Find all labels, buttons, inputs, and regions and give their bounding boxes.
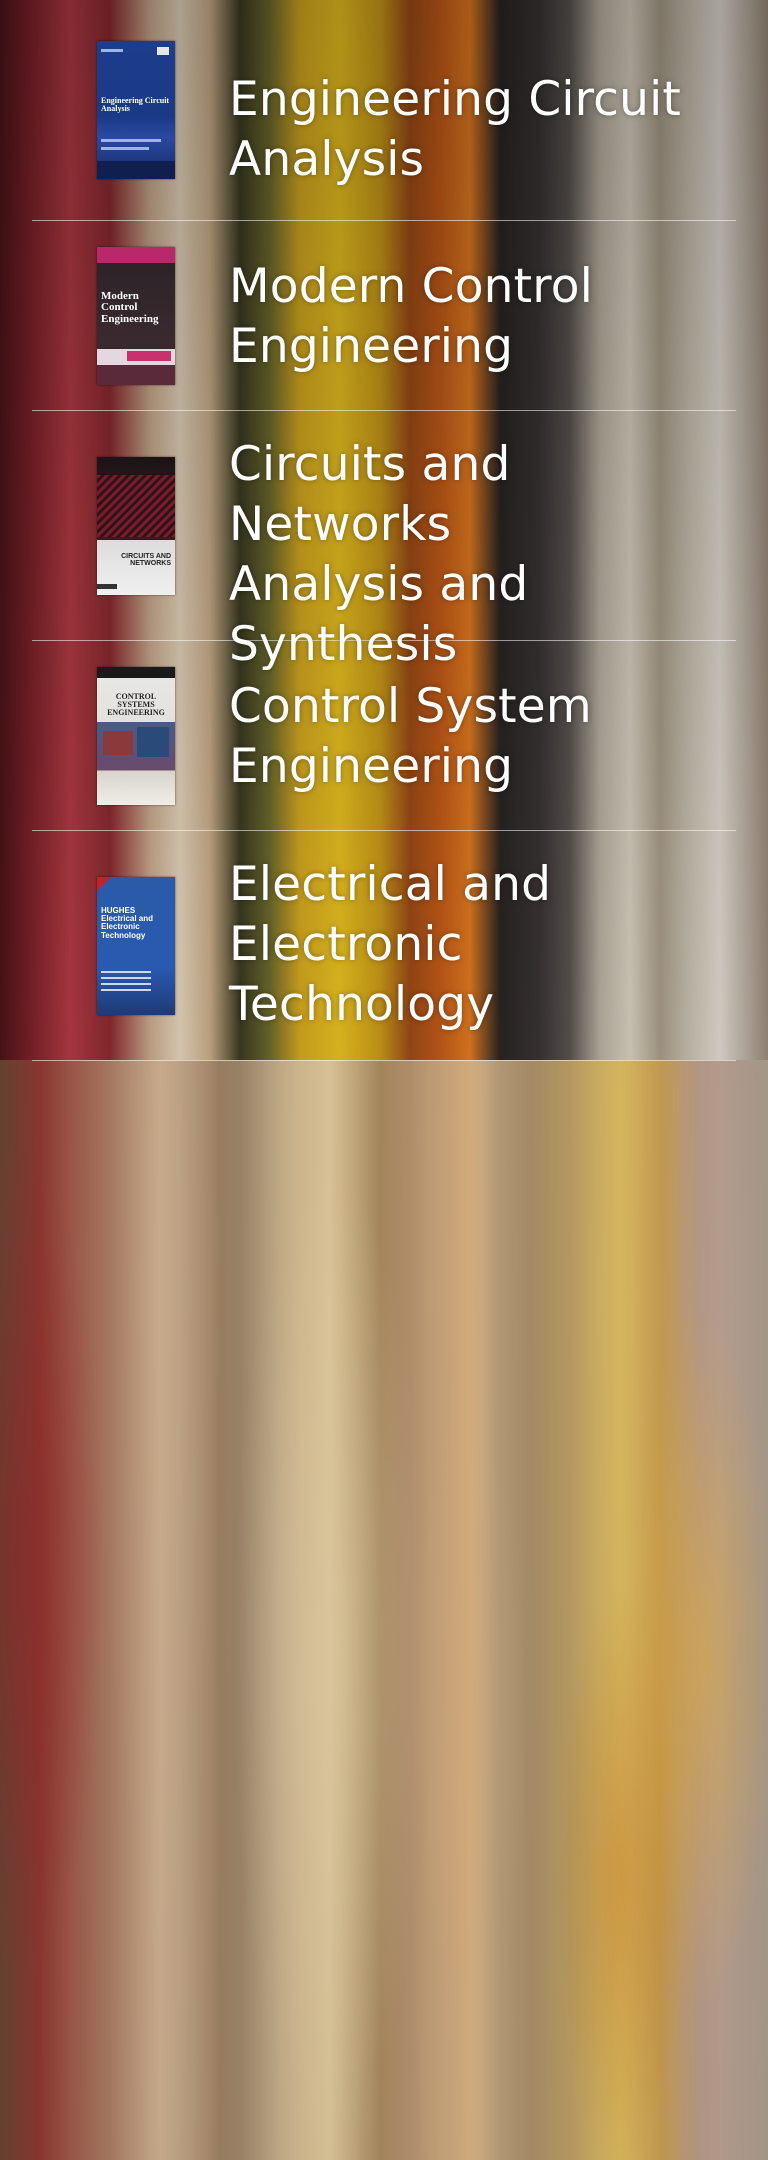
book-cover-text: CONTROL SYSTEMS ENGINEERING	[107, 691, 165, 718]
book-title: Control System Engineering	[229, 679, 592, 794]
book-cover-icon: Engineering Circuit Analysis	[97, 41, 175, 179]
book-cover-text: Modern Control Engineering	[101, 289, 159, 325]
book-cover-text: CIRCUITS AND NETWORKS	[121, 552, 171, 567]
book-list: Engineering Circuit Analysis Engineering…	[32, 0, 736, 1061]
list-item-book-3[interactable]: CIRCUITS AND NETWORKS Circuits and Netwo…	[32, 411, 736, 672]
book-title: Electrical and Electronic Technology	[229, 857, 552, 1032]
list-item-book-5[interactable]: HUGHES Electrical and Electronic Technol…	[32, 831, 736, 1061]
list-item-book-4[interactable]: CONTROL SYSTEMS ENGINEERING Control Syst…	[32, 641, 736, 831]
book-title: Engineering Circuit Analysis	[229, 72, 682, 187]
book-cover-text: Engineering Circuit Analysis	[101, 96, 170, 114]
blurred-bookshelf-background-lower	[0, 1060, 768, 2160]
book-cover-icon: Modern Control Engineering	[97, 246, 175, 385]
book-cover-icon: CONTROL SYSTEMS ENGINEERING	[97, 666, 175, 805]
list-item-book-2[interactable]: Modern Control Engineering Modern Contro…	[32, 221, 736, 411]
book-cover-text: HUGHES Electrical and Electronic Technol…	[101, 905, 154, 940]
list-item-book-1[interactable]: Engineering Circuit Analysis Engineering…	[32, 0, 736, 221]
book-cover-icon: CIRCUITS AND NETWORKS	[97, 456, 175, 595]
book-title: Modern Control Engineering	[229, 259, 593, 374]
book-cover-icon: HUGHES Electrical and Electronic Technol…	[97, 876, 175, 1015]
book-title: Circuits and Networks Analysis and Synth…	[229, 437, 529, 672]
